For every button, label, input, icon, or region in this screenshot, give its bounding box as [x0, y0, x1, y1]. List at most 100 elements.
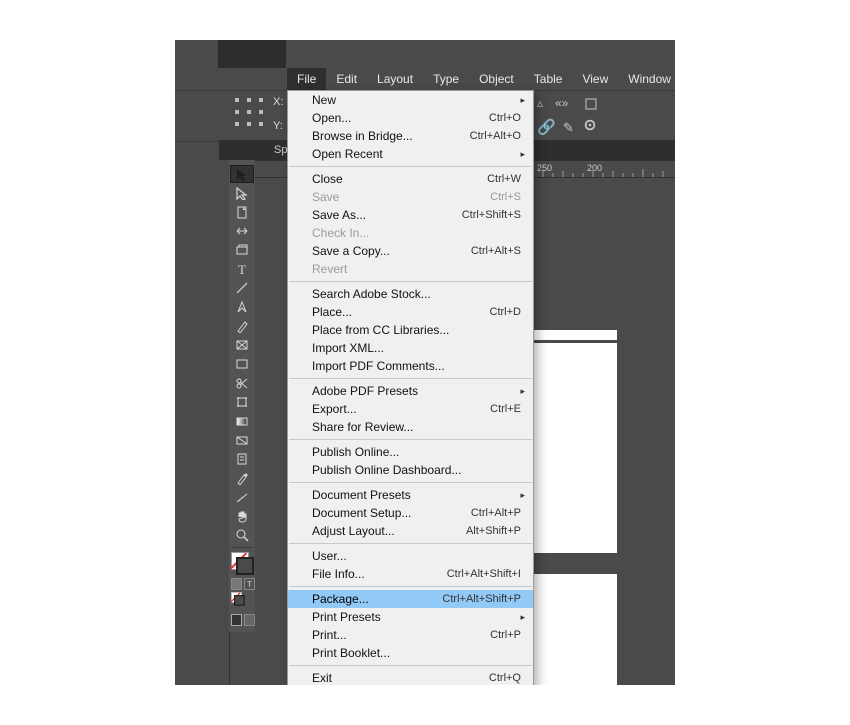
default-fill-stroke[interactable] — [231, 592, 244, 605]
file-menu-open-recent[interactable]: Open Recent▸ — [288, 145, 533, 163]
menu-view[interactable]: View — [572, 68, 618, 90]
gradient-swatch-tool[interactable] — [230, 412, 254, 430]
menu-item-shortcut: Ctrl+W — [487, 173, 521, 185]
title-bar-fragment — [218, 40, 286, 68]
menu-item-shortcut: Ctrl+S — [490, 191, 521, 203]
chevrons-icon[interactable]: «» — [555, 96, 568, 110]
menu-item-label: Share for Review... — [312, 420, 521, 434]
file-menu-save: SaveCtrl+S — [288, 188, 533, 206]
menu-item-label: Print Presets — [312, 610, 521, 624]
zoom-tool[interactable] — [230, 526, 254, 544]
box-icon[interactable] — [585, 98, 597, 113]
file-menu-search-adobe-stock[interactable]: Search Adobe Stock... — [288, 285, 533, 303]
menu-object[interactable]: Object — [469, 68, 524, 90]
menu-item-label: Adjust Layout... — [312, 524, 466, 538]
menu-item-label: Close — [312, 172, 487, 186]
menu-item-label: File Info... — [312, 567, 447, 581]
file-menu-open[interactable]: Open...Ctrl+O — [288, 109, 533, 127]
menu-edit[interactable]: Edit — [326, 68, 367, 90]
file-menu-print-booklet[interactable]: Print Booklet... — [288, 644, 533, 662]
gear-icon[interactable] — [583, 118, 597, 135]
menu-separator — [289, 482, 532, 483]
submenu-arrow-icon: ▸ — [520, 612, 525, 623]
rectangle-frame-tool[interactable] — [230, 336, 254, 354]
hand-tool[interactable] — [230, 507, 254, 525]
file-menu-import-pdf-comments[interactable]: Import PDF Comments... — [288, 357, 533, 375]
menu-item-label: Import XML... — [312, 341, 521, 355]
line-tool[interactable] — [230, 279, 254, 297]
brush-icon[interactable]: ✎ — [563, 120, 574, 136]
file-menu-place[interactable]: Place...Ctrl+D — [288, 303, 533, 321]
type-tool[interactable]: T — [230, 260, 254, 278]
file-menu-export[interactable]: Export...Ctrl+E — [288, 400, 533, 418]
pen-tool[interactable] — [230, 298, 254, 316]
menu-item-shortcut: Ctrl+Shift+S — [462, 209, 521, 221]
menu-item-shortcut: Ctrl+Alt+P — [471, 507, 521, 519]
app-window: Id FileEditLayoutTypeObjectTableViewWind… — [175, 40, 675, 685]
menu-item-shortcut: Ctrl+Alt+Shift+P — [442, 593, 521, 605]
formatting-affects-toggle[interactable]: T — [229, 576, 255, 590]
free-transform-tool[interactable] — [230, 393, 254, 411]
menu-layout[interactable]: Layout — [367, 68, 423, 90]
content-collector-tool[interactable] — [230, 241, 254, 259]
file-menu-place-from-cc-libraries[interactable]: Place from CC Libraries... — [288, 321, 533, 339]
rectangle-tool[interactable] — [230, 355, 254, 373]
file-menu-file-info[interactable]: File Info...Ctrl+Alt+Shift+I — [288, 565, 533, 583]
file-menu-publish-online-dashboard[interactable]: Publish Online Dashboard... — [288, 461, 533, 479]
submenu-arrow-icon: ▸ — [520, 386, 525, 397]
menu-separator — [289, 166, 532, 167]
file-menu-package[interactable]: Package...Ctrl+Alt+Shift+P — [288, 590, 533, 608]
file-menu-document-presets[interactable]: Document Presets▸ — [288, 486, 533, 504]
link-icon[interactable]: 🔗 — [537, 118, 556, 136]
menu-separator — [289, 543, 532, 544]
menu-item-label: Revert — [312, 262, 521, 276]
reference-point-grid[interactable] — [235, 98, 265, 128]
file-menu-close[interactable]: CloseCtrl+W — [288, 170, 533, 188]
menu-item-label: User... — [312, 549, 521, 563]
file-menu-dropdown: New▸Open...Ctrl+OBrowse in Bridge...Ctrl… — [287, 90, 534, 685]
menu-separator — [289, 378, 532, 379]
menu-item-label: Exit — [312, 671, 489, 685]
file-menu-save-as[interactable]: Save As...Ctrl+Shift+S — [288, 206, 533, 224]
eyedropper-tool[interactable] — [230, 469, 254, 487]
measure-tool[interactable] — [230, 488, 254, 506]
menu-type[interactable]: Type — [423, 68, 469, 90]
file-menu-user[interactable]: User... — [288, 547, 533, 565]
gradient-feather-tool[interactable] — [230, 431, 254, 449]
menu-item-label: Place... — [312, 305, 490, 319]
file-menu-new[interactable]: New▸ — [288, 91, 533, 109]
file-menu-publish-online[interactable]: Publish Online... — [288, 443, 533, 461]
note-tool[interactable] — [230, 450, 254, 468]
menu-item-label: Save — [312, 190, 490, 204]
scissors-tool[interactable] — [230, 374, 254, 392]
menu-item-shortcut: Ctrl+Alt+S — [471, 245, 521, 257]
menu-table[interactable]: Table — [524, 68, 573, 90]
pencil-tool[interactable] — [230, 317, 254, 335]
menu-window[interactable]: Window — [618, 68, 675, 90]
menu-file[interactable]: File — [287, 68, 326, 90]
file-menu-import-xml[interactable]: Import XML... — [288, 339, 533, 357]
file-menu-save-a-copy[interactable]: Save a Copy...Ctrl+Alt+S — [288, 242, 533, 260]
file-menu-browse-in-bridge[interactable]: Browse in Bridge...Ctrl+Alt+O — [288, 127, 533, 145]
menu-item-label: Open... — [312, 111, 489, 125]
file-menu-print-presets[interactable]: Print Presets▸ — [288, 608, 533, 626]
page-tool[interactable] — [230, 203, 254, 221]
menu-item-label: Export... — [312, 402, 490, 416]
page-fragment — [532, 343, 617, 553]
fill-stroke-swatch[interactable] — [231, 552, 253, 574]
direct-selection-tool[interactable] — [230, 184, 254, 202]
file-menu-exit[interactable]: ExitCtrl+Q — [288, 669, 533, 685]
triangle-up-icon[interactable]: ▵ — [537, 96, 543, 110]
file-menu-document-setup[interactable]: Document Setup...Ctrl+Alt+P — [288, 504, 533, 522]
menu-item-label: Print Booklet... — [312, 646, 521, 660]
file-menu-adobe-pdf-presets[interactable]: Adobe PDF Presets▸ — [288, 382, 533, 400]
file-menu-share-for-review[interactable]: Share for Review... — [288, 418, 533, 436]
menu-separator — [289, 281, 532, 282]
selection-tool[interactable] — [230, 165, 254, 183]
gap-tool[interactable] — [230, 222, 254, 240]
view-mode-toggle[interactable] — [229, 612, 255, 626]
page-fragment — [532, 574, 617, 685]
file-menu-print[interactable]: Print...Ctrl+P — [288, 626, 533, 644]
file-menu-adjust-layout[interactable]: Adjust Layout...Alt+Shift+P — [288, 522, 533, 540]
menu-item-shortcut: Ctrl+E — [490, 403, 521, 415]
